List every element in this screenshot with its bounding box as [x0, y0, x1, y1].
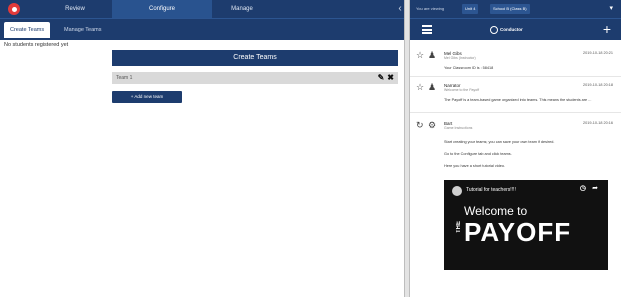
post-subtitle: Game Instructions [444, 126, 473, 130]
post-date: 2019-10-18 20:18 [583, 83, 613, 87]
close-icon[interactable]: ✖ [387, 73, 394, 82]
post-divider [410, 112, 621, 113]
channel-avatar [452, 186, 462, 196]
post-date: 2019-10-18 20:16 [583, 121, 613, 125]
post-subtitle: Mel Gibs (Instructor) [444, 56, 476, 60]
post-text: Start creating your teams; you can save … [444, 140, 555, 144]
unit-select[interactable]: Unit 4 [462, 4, 479, 14]
clock-icon[interactable]: ◷ [580, 184, 586, 192]
post-text: The Payoff is a team-based game organize… [444, 98, 592, 102]
viewing-label: You are viewing [416, 6, 445, 11]
post-text: Your Classroom ID is : 58418 [444, 66, 494, 70]
brand-logo: Conductor [490, 25, 523, 35]
pencil-icon[interactable]: ✎ [378, 73, 385, 82]
user-icon: ♟ [428, 82, 437, 92]
team-name: Team 1 [116, 75, 133, 81]
video-title: Tutorial for teachers!!!! [466, 187, 516, 193]
tab-manage-teams[interactable]: Manage Teams [58, 22, 108, 38]
right-header-bar: Conductor + [410, 18, 621, 40]
right-top-bar: You are viewing Unit 4 School B (Class B… [410, 0, 621, 18]
star-icon[interactable]: ☆ [416, 50, 424, 61]
star-icon[interactable]: ☆ [416, 82, 424, 93]
team-row[interactable]: Team 1 ✎ ✖ [112, 72, 398, 84]
caret-down-icon[interactable]: ▾ [609, 0, 613, 18]
post-text: Here you have a short tutorial video. [444, 164, 505, 168]
post-subtitle: Welcome to the Payoff [444, 88, 480, 92]
video-the-text: THE [456, 221, 462, 233]
post-date: 2019-10-18 20:21 [583, 51, 613, 55]
share-arrow-icon[interactable]: ➦ [592, 184, 598, 192]
tab-manage[interactable]: Manage [212, 0, 272, 18]
plus-icon[interactable]: + [603, 22, 611, 36]
brand-icon [490, 25, 498, 34]
app-logo-icon[interactable] [8, 3, 20, 15]
tab-create-teams[interactable]: Create Teams [4, 22, 51, 38]
team-actions: ✎ ✖ [375, 72, 394, 84]
post-divider [410, 76, 621, 77]
tab-review[interactable]: Review [40, 0, 110, 18]
tutorial-video[interactable]: Tutorial for teachers!!!! ◷ ➦ Welcome to… [444, 180, 608, 270]
sub-nav-bar: Create Teams Manage Teams [0, 18, 404, 40]
brand-name: Conductor [500, 27, 523, 32]
video-logo-text: PAYOFF [464, 217, 572, 247]
hamburger-icon[interactable] [422, 25, 432, 34]
empty-students-message: No students registered yet [4, 42, 69, 48]
class-select[interactable]: School B (Class B) [490, 4, 530, 14]
tab-configure[interactable]: Configure [112, 0, 212, 18]
share-icon[interactable]: ↻ [416, 120, 424, 131]
post-text: Go to the Configure tab and click teams. [444, 152, 512, 156]
create-teams-header: Create Teams [112, 50, 398, 66]
video-welcome-text: Welcome to [464, 204, 528, 218]
add-team-button[interactable]: + Add new team [112, 91, 182, 103]
user-icon: ♟ [428, 50, 437, 60]
gear-icon: ⚙ [428, 120, 437, 130]
